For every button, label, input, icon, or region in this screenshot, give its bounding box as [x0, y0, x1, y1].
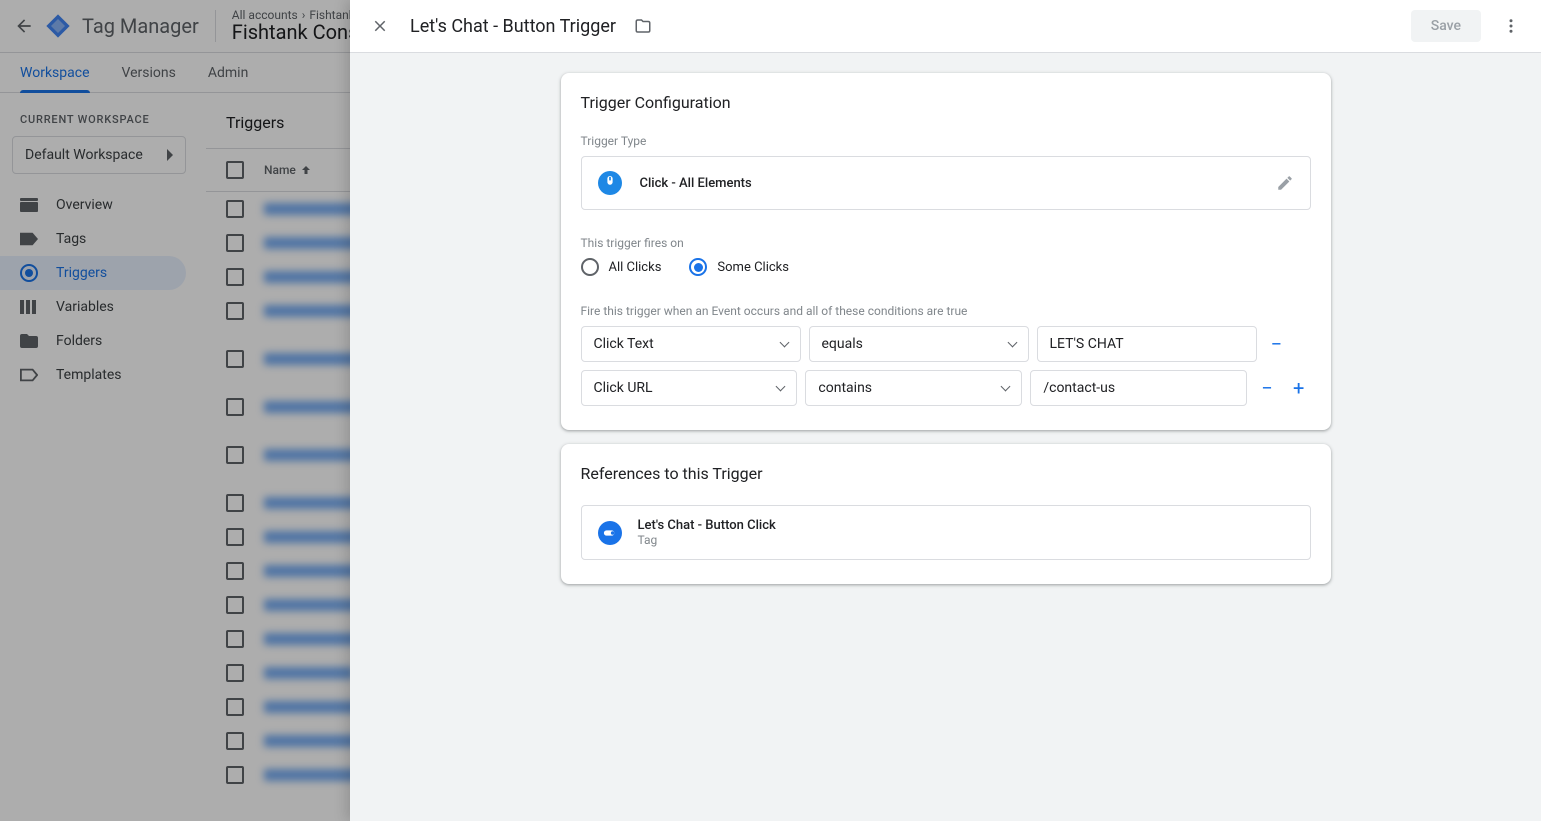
remove-condition-button[interactable]: − [1255, 376, 1279, 400]
radio-all-clicks[interactable]: All Clicks [581, 258, 662, 276]
condition-operator-select[interactable]: contains [805, 370, 1022, 406]
refs-heading: References to this Trigger [581, 464, 1311, 483]
edit-icon[interactable] [1276, 174, 1294, 192]
trigger-type-name: Click - All Elements [640, 176, 1258, 191]
more-menu-button[interactable] [1499, 14, 1523, 38]
fires-on-label: This trigger fires on [581, 236, 1311, 250]
tag-icon [598, 521, 622, 545]
condition-variable-select[interactable]: Click Text [581, 326, 801, 362]
config-heading: Trigger Configuration [581, 93, 1311, 112]
remove-condition-button[interactable]: − [1265, 332, 1289, 356]
condition-operator-select[interactable]: equals [809, 326, 1029, 362]
trigger-config-card: Trigger Configuration Trigger Type Click… [561, 73, 1331, 430]
trigger-edit-panel: Let's Chat - Button Trigger Save Trigger… [350, 0, 1541, 821]
radio-some-clicks[interactable]: Some Clicks [689, 258, 789, 276]
trigger-type-selector[interactable]: Click - All Elements [581, 156, 1311, 210]
condition-variable-select[interactable]: Click URL [581, 370, 798, 406]
reference-name: Let's Chat - Button Click [638, 518, 776, 533]
radio-icon [689, 258, 707, 276]
condition-row: Click URL contains − + [581, 370, 1311, 406]
radio-icon [581, 258, 599, 276]
reference-type: Tag [638, 533, 776, 547]
references-card: References to this Trigger Let's Chat - … [561, 444, 1331, 584]
panel-title[interactable]: Let's Chat - Button Trigger [410, 16, 616, 37]
add-condition-button[interactable]: + [1287, 376, 1311, 400]
condition-value-input[interactable] [1030, 370, 1247, 406]
close-button[interactable] [368, 14, 392, 38]
folder-icon[interactable] [634, 17, 652, 35]
condition-value-input[interactable] [1037, 326, 1257, 362]
trigger-type-label: Trigger Type [581, 134, 1311, 148]
click-icon [598, 171, 622, 195]
reference-item[interactable]: Let's Chat - Button Click Tag [581, 505, 1311, 560]
condition-label: Fire this trigger when an Event occurs a… [581, 304, 1311, 318]
condition-row: Click Text equals − [581, 326, 1311, 362]
save-button[interactable]: Save [1411, 10, 1481, 42]
